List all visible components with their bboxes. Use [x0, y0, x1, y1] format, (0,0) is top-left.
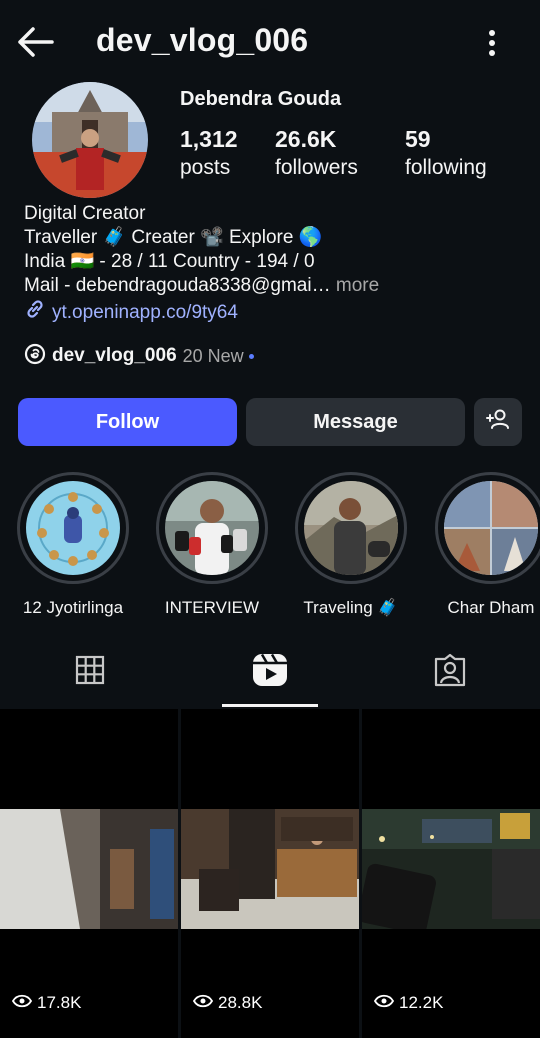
highlight-cover-image: [444, 481, 538, 575]
following-label: following: [405, 156, 487, 179]
profile-avatar[interactable]: [32, 82, 148, 198]
highlight-ring: [435, 472, 540, 584]
reel-cover-image: [181, 809, 359, 929]
eye-icon: [373, 993, 395, 1013]
reels-icon: [252, 653, 288, 692]
eye-icon: [11, 993, 33, 1013]
highlight-cover-image: [165, 481, 259, 575]
bio-more-link[interactable]: more: [331, 275, 379, 296]
threads-username: dev_vlog_006: [52, 345, 177, 366]
view-count-text: 17.8K: [37, 993, 82, 1012]
eye-icon: [192, 993, 214, 1013]
bio-line: Traveller 🧳 Creater 📽️ Explore 🌎: [24, 227, 323, 248]
following-value: 59: [405, 126, 431, 152]
bio-line: Digital Creator: [24, 203, 146, 224]
followers-count[interactable]: 26.6K followers: [275, 124, 358, 182]
highlight-cover-image: [26, 481, 120, 575]
profile-tabs: [0, 636, 540, 708]
threads-new-dot: [248, 353, 254, 359]
active-tab-indicator: [222, 704, 318, 707]
followers-value: 26.6K: [275, 126, 337, 152]
story-highlight[interactable]: INTERVIEW: [156, 472, 268, 618]
story-highlight[interactable]: 12 Jyotirlinga: [17, 472, 129, 618]
threads-badge[interactable]: dev_vlog_006 20 New: [24, 342, 254, 370]
threads-icon: [24, 343, 46, 370]
story-highlight[interactable]: Char Dham: [435, 472, 540, 618]
highlight-label: INTERVIEW: [164, 598, 260, 617]
highlight-label: Traveling 🧳: [303, 598, 399, 617]
posts-value: 1,312: [180, 126, 238, 152]
view-count-text: 12.2K: [399, 993, 444, 1012]
reels-grid: 17.8K 28.8K 12.2K: [0, 709, 540, 1038]
following-count[interactable]: 59 following: [405, 124, 487, 182]
reel-view-count: 28.8K: [192, 993, 263, 1013]
link-icon: [24, 298, 46, 327]
highlight-cover-image: [304, 481, 398, 575]
bio-line-mail: Mail - debendragouda8338@gmai… more: [24, 274, 379, 298]
grid-icon: [75, 655, 105, 690]
message-button[interactable]: Message: [246, 398, 465, 446]
tab-reels[interactable]: [180, 636, 360, 708]
bio-link[interactable]: yt.openinapp.co/9ty64: [24, 298, 379, 327]
back-arrow-icon[interactable]: [16, 24, 56, 60]
story-highlight[interactable]: Traveling 🧳: [295, 472, 407, 618]
reel-cover-image: [362, 809, 540, 929]
profile-username: dev_vlog_006: [96, 22, 309, 58]
tab-posts-grid[interactable]: [0, 636, 180, 708]
reel-thumbnail[interactable]: 12.2K: [362, 709, 540, 1038]
highlight-ring: [17, 472, 129, 584]
followers-label: followers: [275, 156, 358, 179]
highlight-label: Char Dham: [447, 598, 535, 617]
profile-bio: Digital Creator Traveller 🧳 Creater 📽️ E…: [24, 202, 379, 327]
top-bar: dev_vlog_006: [0, 0, 540, 86]
reel-view-count: 17.8K: [11, 993, 82, 1013]
bio-mail-text: Mail - debendragouda8338@gmai…: [24, 275, 331, 296]
view-count-text: 28.8K: [218, 993, 263, 1012]
add-person-icon: [484, 407, 512, 437]
reel-thumbnail[interactable]: 17.8K: [0, 709, 178, 1038]
follow-button[interactable]: Follow: [18, 398, 237, 446]
tagged-person-icon: [433, 653, 467, 692]
posts-label: posts: [180, 156, 231, 179]
reel-view-count: 12.2K: [373, 993, 444, 1013]
bio-link-text: yt.openinapp.co/9ty64: [52, 301, 238, 323]
more-options-icon[interactable]: [478, 26, 506, 60]
posts-count[interactable]: 1,312 posts: [180, 124, 238, 182]
reel-cover-image: [0, 809, 178, 929]
tab-tagged[interactable]: [360, 636, 540, 708]
bio-line: India 🇮🇳 - 28 / 11 Country - 194 / 0: [24, 251, 315, 272]
highlight-label: 12 Jyotirlinga: [22, 598, 124, 617]
threads-new-count: 20 New: [182, 345, 244, 366]
profile-full-name: Debendra Gouda: [180, 88, 342, 110]
suggested-people-button[interactable]: [474, 398, 522, 446]
highlight-ring: [295, 472, 407, 584]
highlight-ring: [156, 472, 268, 584]
reel-thumbnail[interactable]: 28.8K: [181, 709, 359, 1038]
